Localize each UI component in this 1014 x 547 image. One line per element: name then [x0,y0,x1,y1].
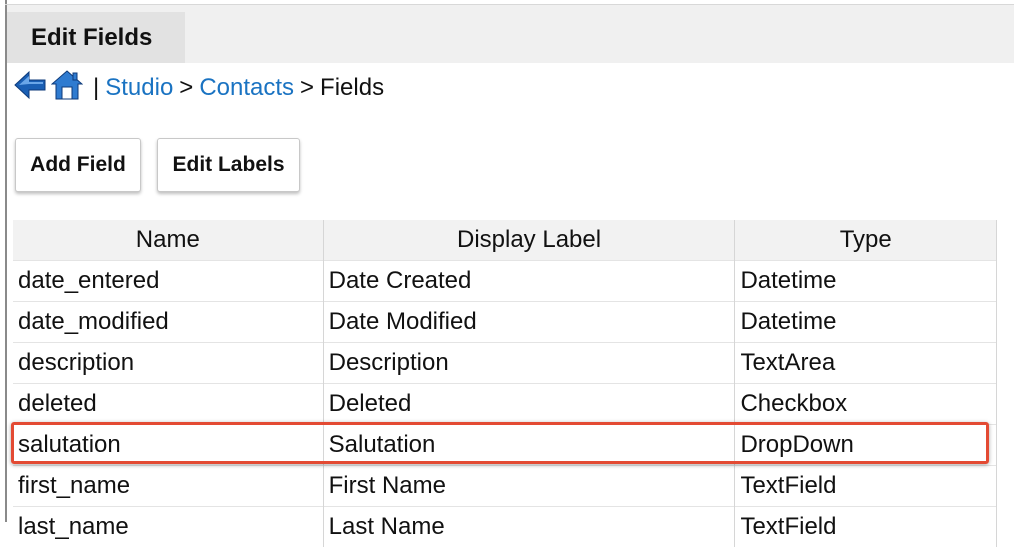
field-display-label: Salutation [323,425,735,466]
field-name[interactable]: first_name [13,466,323,507]
tab-edit-fields[interactable]: Edit Fields [7,12,185,63]
breadcrumb-studio-link[interactable]: Studio [105,74,173,102]
field-name[interactable]: description [13,343,323,384]
column-header-display-label[interactable]: Display Label [323,220,735,261]
breadcrumb-pipe: | [93,74,99,102]
back-arrow-icon[interactable] [13,69,47,108]
page-left-border [5,0,7,522]
add-field-button[interactable]: Add Field [15,138,141,192]
field-display-label: First Name [323,466,735,507]
field-display-label: Last Name [323,507,735,547]
breadcrumb-contacts-link[interactable]: Contacts [199,74,294,102]
breadcrumb-separator: > [179,74,193,102]
field-type: TextField [735,466,997,507]
field-type: DropDown [735,425,997,466]
table-row[interactable]: deleted Deleted Checkbox [13,384,997,425]
field-name[interactable]: last_name [13,507,323,547]
table-row-salutation[interactable]: salutation Salutation DropDown [13,425,997,466]
home-icon[interactable] [51,69,83,108]
column-header-name[interactable]: Name [13,220,323,261]
field-name[interactable]: date_modified [13,302,323,343]
table-row[interactable]: date_modified Date Modified Datetime [13,302,997,343]
table-row[interactable]: last_name Last Name TextField [13,507,997,547]
fields-table: Name Display Label Type date_entered Dat… [13,220,997,547]
field-display-label: Description [323,343,735,384]
column-header-type[interactable]: Type [735,220,997,261]
table-row[interactable]: date_entered Date Created Datetime [13,261,997,302]
breadcrumb: | Studio > Contacts > Fields [13,68,384,108]
field-display-label: Date Modified [323,302,735,343]
field-name[interactable]: salutation [13,425,323,466]
table-header-row: Name Display Label Type [13,220,997,261]
field-type: TextField [735,507,997,547]
breadcrumb-separator: > [300,74,314,102]
field-type: TextArea [735,343,997,384]
field-type: Datetime [735,261,997,302]
field-type: Checkbox [735,384,997,425]
field-display-label: Date Created [323,261,735,302]
field-name[interactable]: deleted [13,384,323,425]
table-row[interactable]: description Description TextArea [13,343,997,384]
table-row[interactable]: first_name First Name TextField [13,466,997,507]
edit-labels-button[interactable]: Edit Labels [157,138,300,192]
field-name[interactable]: date_entered [13,261,323,302]
field-type: Datetime [735,302,997,343]
field-display-label: Deleted [323,384,735,425]
breadcrumb-current: Fields [320,74,384,102]
